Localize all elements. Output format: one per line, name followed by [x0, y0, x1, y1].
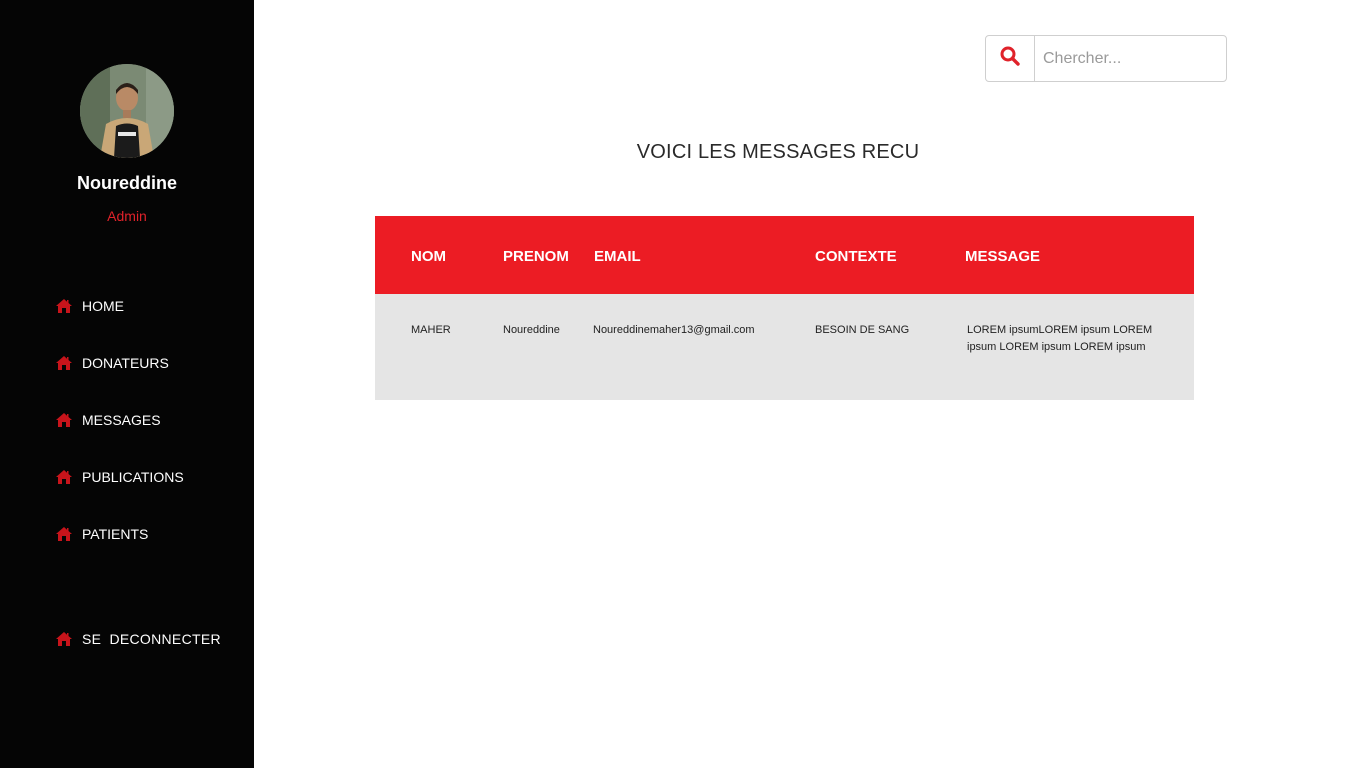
sidebar-item-publications[interactable]: PUBLICATIONS	[55, 467, 184, 487]
table-row[interactable]: MAHER Noureddine Noureddinemaher13@gmail…	[375, 294, 1194, 400]
cell-prenom: Noureddine	[503, 324, 560, 336]
home-icon	[55, 355, 73, 371]
sidebar-item-label: HOME	[82, 298, 124, 314]
logout-button[interactable]: SE DECONNECTER	[55, 629, 221, 649]
table-header: NOM PRENOM EMAIL CONTEXTE MESSAGE	[375, 216, 1194, 294]
user-name: Noureddine	[76, 173, 177, 193]
sidebar-item-label: MESSAGES	[82, 412, 161, 428]
user-role: Admin	[107, 208, 147, 224]
column-header-email: EMAIL	[594, 248, 641, 265]
column-header-contexte: CONTEXTE	[815, 248, 897, 265]
cell-nom: MAHER	[411, 324, 451, 336]
cell-contexte: BESOIN DE SANG	[815, 324, 910, 336]
cell-message: LOREM ipsumLOREM ipsum LOREM ipsum LOREM…	[967, 324, 1153, 353]
search-box	[985, 35, 1227, 82]
page-title: VOICI LES MESSAGES RECU	[636, 141, 920, 163]
sidebar-item-donateurs[interactable]: DONATEURS	[55, 353, 169, 373]
logout-label: SE DECONNECTER	[82, 631, 221, 647]
sidebar-item-patients[interactable]: PATIENTS	[55, 524, 148, 544]
search-icon	[1000, 46, 1020, 71]
home-icon	[55, 631, 73, 647]
search-input[interactable]	[1035, 36, 1226, 81]
sidebar: Noureddine Admin HOME DONATEURS MESSAGES…	[0, 0, 254, 768]
column-header-prenom: PRENOM	[503, 248, 569, 265]
avatar-photo	[80, 64, 174, 158]
sidebar-item-label: DONATEURS	[82, 355, 169, 371]
cell-email: Noureddinemaher13@gmail.com	[593, 324, 755, 336]
home-icon	[55, 298, 73, 314]
home-icon	[55, 412, 73, 428]
column-header-message: MESSAGE	[965, 248, 1041, 265]
home-icon	[55, 469, 73, 485]
sidebar-item-label: PATIENTS	[82, 526, 149, 542]
search-button[interactable]	[986, 36, 1035, 81]
avatar	[80, 64, 174, 158]
sidebar-item-messages[interactable]: MESSAGES	[55, 410, 161, 430]
sidebar-item-home[interactable]: HOME	[55, 296, 124, 316]
column-header-nom: NOM	[411, 248, 446, 265]
messages-table: NOM PRENOM EMAIL CONTEXTE MESSAGE MAHER …	[375, 216, 1194, 400]
home-icon	[55, 526, 73, 542]
sidebar-item-label: PUBLICATIONS	[82, 469, 184, 485]
